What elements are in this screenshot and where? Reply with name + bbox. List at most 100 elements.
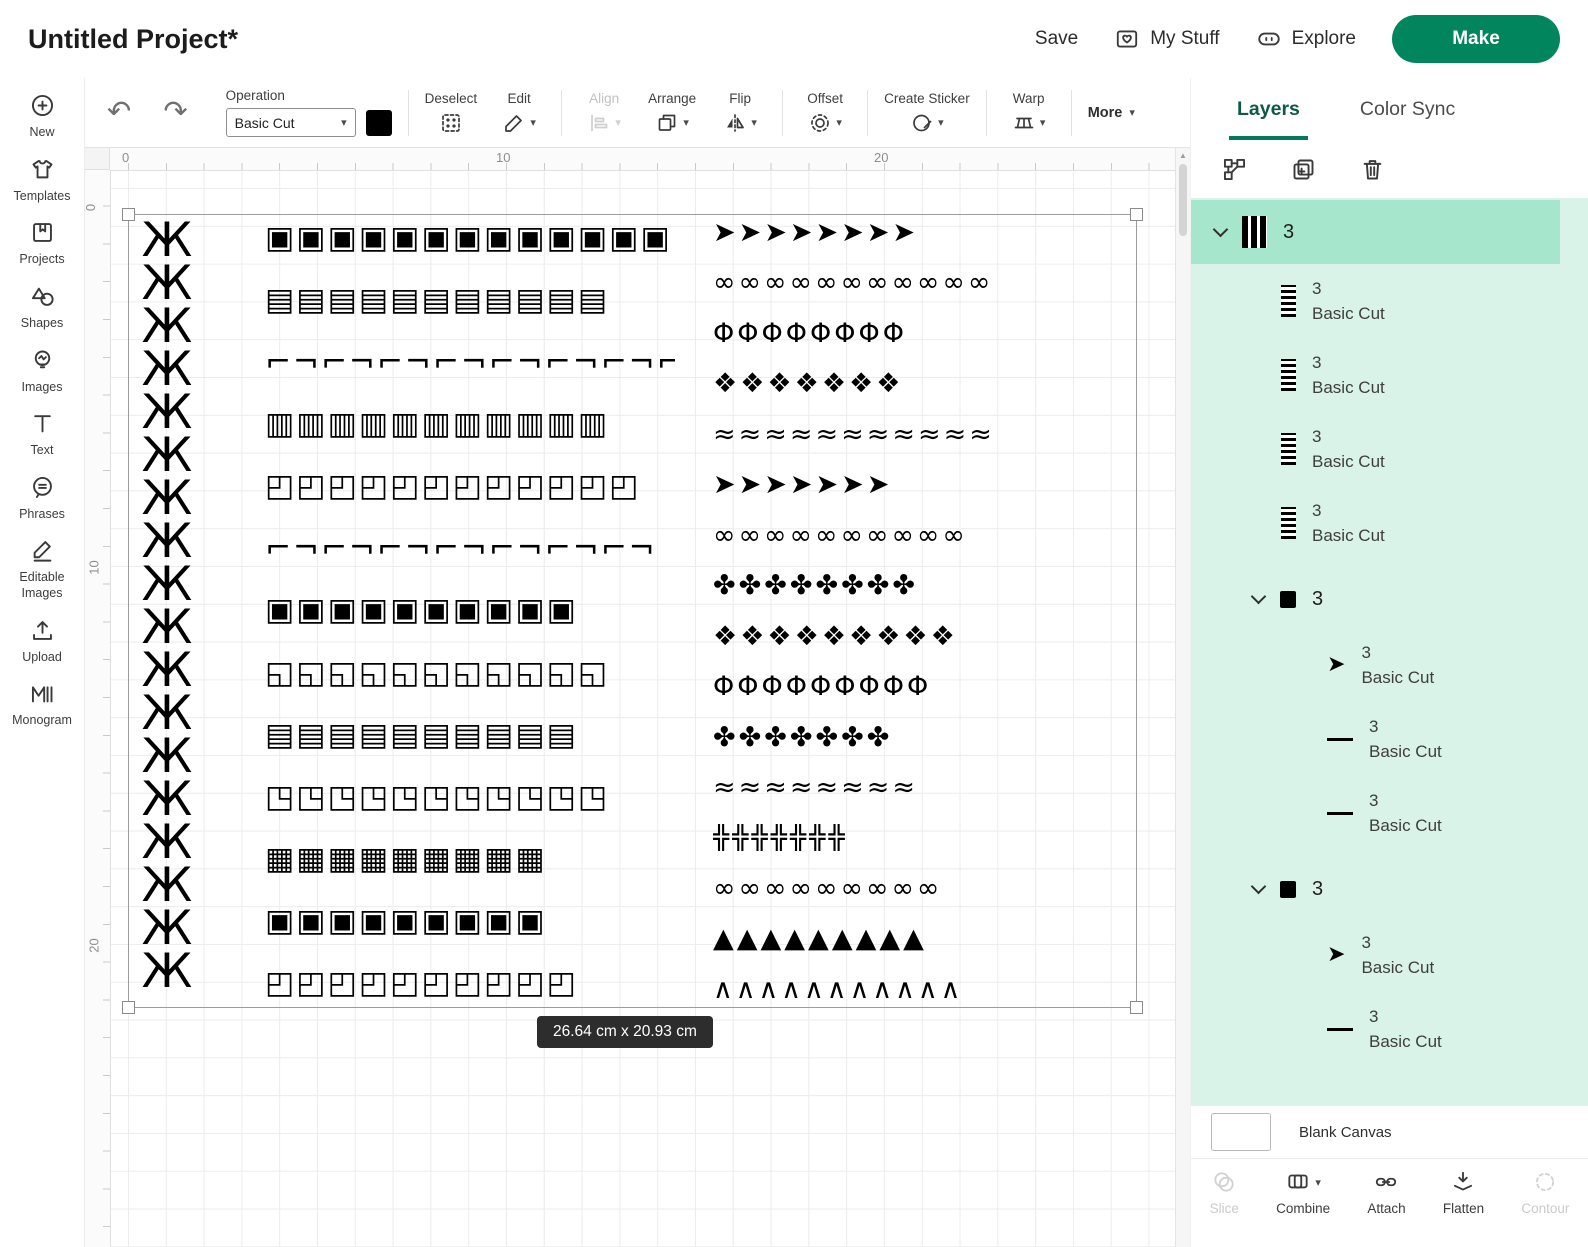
- layer-thumbnail: [1327, 1027, 1353, 1031]
- layer-label: 3: [1283, 220, 1295, 243]
- layer-item-row[interactable]: 3 Basic Cut: [1191, 992, 1560, 1066]
- selection-size-badge: 26.64 cm x 20.93 cm: [537, 1016, 713, 1048]
- sidebar-item-label: Editable Images: [19, 570, 65, 600]
- deselect-button[interactable]: Deselect: [425, 91, 477, 135]
- vertical-ruler: 0 10 20: [85, 170, 111, 1247]
- delete-icon[interactable]: [1359, 156, 1386, 183]
- duplicate-icon[interactable]: [1290, 156, 1317, 183]
- sidebar-item-upload[interactable]: Upload: [0, 617, 84, 666]
- layer-item-row[interactable]: 3 Basic Cut: [1191, 702, 1560, 776]
- contour-button[interactable]: Contour: [1521, 1169, 1569, 1216]
- my-stuff-label: My Stuff: [1150, 28, 1220, 49]
- artwork-pattern-row: ▤▤▤▤▤▤▤▤▤▤: [265, 719, 578, 751]
- layer-item-row[interactable]: 3 Basic Cut: [1191, 412, 1560, 486]
- sidebar-item-shapes[interactable]: Shapes: [0, 283, 84, 332]
- group-icon[interactable]: [1221, 156, 1248, 183]
- app-header: Untitled Project* Save My Stuff Explore …: [0, 0, 1588, 78]
- sidebar-item-projects[interactable]: Projects: [0, 219, 84, 268]
- layer-group-row[interactable]: 3: [1191, 860, 1560, 918]
- leaf-thumbnail-icon: ➤: [1327, 942, 1346, 967]
- layer-group-row[interactable]: 3: [1191, 570, 1560, 628]
- chevron-down-icon[interactable]: [1250, 878, 1267, 895]
- explore-label: Explore: [1291, 28, 1356, 49]
- combine-button[interactable]: ▾ Combine: [1276, 1169, 1330, 1216]
- artwork-pattern-row: ▥▥▥▥▥▥▥▥▥▥▥: [265, 409, 610, 441]
- attach-button[interactable]: Attach: [1367, 1169, 1406, 1216]
- layer-operation: Basic Cut: [1361, 668, 1435, 687]
- monogram-icon: [31, 686, 52, 703]
- layer-thumbnail: [1327, 811, 1353, 815]
- layer-item-row[interactable]: 3 Basic Cut: [1191, 776, 1560, 850]
- operation-select[interactable]: Basic Cut ▾: [225, 108, 356, 137]
- chevron-down-icon: ▾: [938, 117, 944, 129]
- tab-color-sync[interactable]: Color Sync: [1360, 78, 1455, 140]
- layer-item-row[interactable]: 3 Basic Cut: [1191, 264, 1560, 338]
- layer-item-row[interactable]: 3 Basic Cut: [1191, 486, 1560, 560]
- sidebar-item-templates[interactable]: Templates: [0, 156, 84, 205]
- edit-button[interactable]: Edit ▾: [493, 91, 545, 135]
- arrange-button[interactable]: Arrange ▾: [646, 91, 698, 135]
- warp-button[interactable]: Warp ▾: [1003, 91, 1055, 135]
- flip-button[interactable]: Flip ▾: [714, 91, 766, 135]
- flatten-button[interactable]: Flatten: [1443, 1169, 1484, 1216]
- tab-layers[interactable]: Layers: [1229, 78, 1308, 140]
- toolbar-separator: [1070, 89, 1072, 136]
- make-button[interactable]: Make: [1392, 15, 1560, 63]
- explore-icon: [1257, 32, 1280, 46]
- blank-canvas-row[interactable]: Blank Canvas: [1191, 1106, 1588, 1158]
- scrollbar-thumb[interactable]: [1179, 164, 1187, 236]
- explore-button[interactable]: Explore: [1256, 26, 1356, 52]
- artwork-pattern-row: ▣▣▣▣▣▣▣▣▣▣: [265, 595, 578, 627]
- selection-box[interactable]: ЖЖЖЖЖЖЖЖЖЖЖЖЖЖЖЖЖЖ ▣▣▣▣▣▣▣▣▣▣▣▣▣ ▤▤▤▤▤▤▤▤…: [122, 208, 1143, 1014]
- chevron-down-icon[interactable]: [1212, 221, 1229, 238]
- ruler-label: 10: [86, 560, 102, 575]
- artwork-pattern-row: ≈≈≈≈≈≈≈≈: [713, 773, 918, 801]
- sidebar-item-phrases[interactable]: Phrases: [0, 474, 84, 523]
- layer-operation: Basic Cut: [1312, 526, 1385, 545]
- chevron-down-icon[interactable]: [1250, 588, 1267, 605]
- layer-item-row[interactable]: 3 Basic Cut: [1191, 338, 1560, 412]
- redo-button[interactable]: ↷: [155, 98, 195, 127]
- sidebar-item-editable-images[interactable]: Editable Images: [0, 537, 84, 601]
- chevron-down-icon: ▾: [1039, 117, 1046, 129]
- undo-button[interactable]: ↶: [99, 98, 139, 127]
- layer-item-row[interactable]: ➤ 3 Basic Cut: [1191, 918, 1560, 992]
- save-button[interactable]: Save: [1035, 28, 1078, 50]
- color-swatch[interactable]: [365, 109, 392, 136]
- sidebar-item-text[interactable]: Text: [0, 410, 84, 459]
- align-button[interactable]: Align ▾: [578, 91, 630, 135]
- slice-button[interactable]: Slice: [1210, 1169, 1239, 1216]
- layer-thumbnail: [1281, 359, 1296, 391]
- artwork-pattern-row: ➤➤➤➤➤➤➤: [713, 471, 893, 499]
- chevron-down-icon: ▾: [1129, 107, 1135, 119]
- canvas-toolbar: ↶ ↷ Operation Basic Cut ▾ Deselect Edit …: [85, 78, 1190, 148]
- canvas-scrollbar[interactable]: ▲: [1175, 148, 1190, 1247]
- artwork-ornament-column: ➤➤➤➤➤➤➤➤ ∞∞∞∞∞∞∞∞∞∞∞ ΦΦΦΦΦΦΦΦ ❖❖❖❖❖❖❖ ≈≈≈≈≈≈…: [713, 219, 1136, 1003]
- artwork-pattern-row: ΦΦΦΦΦΦΦΦ: [713, 319, 908, 347]
- layer-group-row[interactable]: 3: [1191, 200, 1560, 264]
- create-sticker-button[interactable]: Create Sticker ▾: [884, 91, 970, 135]
- layer-operation: Basic Cut: [1369, 742, 1442, 761]
- blank-canvas-swatch[interactable]: [1211, 1113, 1271, 1151]
- chevron-down-icon: ▾: [1315, 1176, 1321, 1189]
- sidebar-item-label: Monogram: [12, 713, 72, 728]
- sidebar-item-monogram[interactable]: Monogram: [0, 680, 84, 729]
- layer-label: 3: [1369, 790, 1379, 810]
- sidebar-item-images[interactable]: Images: [0, 347, 84, 396]
- artwork-pattern-row: ❖❖❖❖❖❖❖❖❖: [713, 622, 958, 650]
- canvas-area[interactable]: ЖЖЖЖЖЖЖЖЖЖЖЖЖЖЖЖЖЖ ▣▣▣▣▣▣▣▣▣▣▣▣▣ ▤▤▤▤▤▤▤▤…: [85, 148, 1190, 1247]
- operation-value: Basic Cut: [234, 114, 295, 131]
- scroll-up-icon[interactable]: ▲: [1179, 151, 1187, 160]
- sidebar-item-label: Upload: [22, 649, 62, 664]
- more-button[interactable]: More ▾: [1088, 105, 1135, 121]
- sidebar-item-new[interactable]: New: [0, 92, 84, 141]
- sidebar-item-label: Projects: [19, 252, 65, 267]
- artwork-pattern-row: ∞∞∞∞∞∞∞∞∞: [713, 874, 943, 902]
- offset-button[interactable]: Offset ▾: [799, 91, 851, 135]
- artwork-pattern-row: ∞∞∞∞∞∞∞∞∞∞: [713, 521, 968, 549]
- sidebar-item-label: Images: [21, 379, 63, 394]
- layer-thumbnail: [1281, 285, 1296, 317]
- layer-tools: [1191, 140, 1588, 198]
- my-stuff-button[interactable]: My Stuff: [1114, 26, 1220, 52]
- layer-item-row[interactable]: ➤ 3 Basic Cut: [1191, 628, 1560, 702]
